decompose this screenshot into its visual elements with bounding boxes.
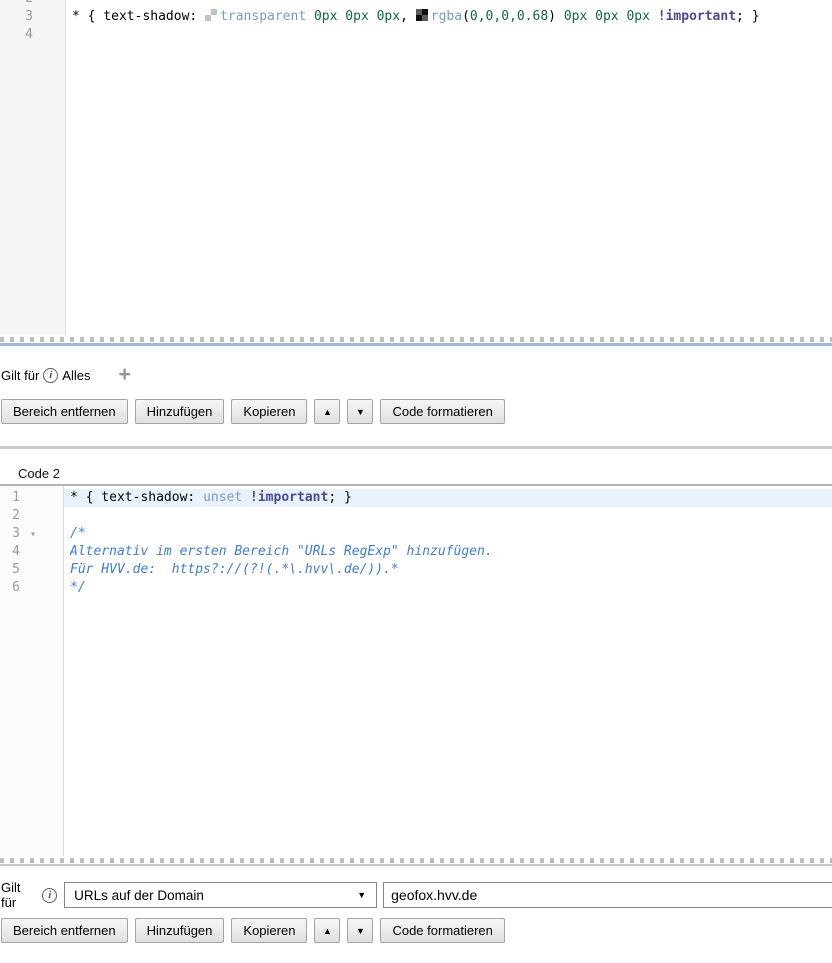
editor-resize-grip-icon[interactable] — [0, 337, 832, 342]
code-editor-1[interactable]: 234 * { text-shadow: transparent 0px 0px… — [0, 0, 832, 346]
code-editor-2[interactable]: 123▾456 * { text-shadow: unset !importan… — [0, 484, 832, 866]
code-line[interactable]: Für HVV.de: https?://(?!(.*\.hvv\.de/)).… — [63, 561, 832, 579]
code-lines[interactable]: * { text-shadow: transparent 0px 0px 0px… — [65, 0, 832, 44]
move-up-button[interactable]: ▲ — [314, 399, 340, 424]
code-line[interactable] — [63, 507, 832, 525]
line-number: 5 — [0, 561, 63, 579]
applies-to-type-value: URLs auf der Domain — [74, 888, 204, 903]
code-line[interactable]: * { text-shadow: transparent 0px 0px 0px… — [65, 8, 832, 26]
move-down-button[interactable]: ▼ — [347, 399, 373, 424]
code-line[interactable]: /* — [63, 525, 832, 543]
line-number: 4 — [0, 26, 65, 44]
code-line[interactable] — [65, 0, 832, 8]
format-code-button[interactable]: Code formatieren — [380, 918, 504, 943]
section-2-toolbar: Bereich entfernen Hinzufügen Kopieren ▲ … — [1, 918, 505, 943]
add-applies-icon[interactable]: + — [118, 366, 130, 384]
add-section-button[interactable]: Hinzufügen — [135, 918, 225, 943]
applies-to-label: Gilt für — [1, 368, 39, 383]
section-divider — [0, 446, 832, 449]
section-title: Code 2 — [18, 466, 60, 481]
copy-section-button[interactable]: Kopieren — [231, 918, 307, 943]
move-down-button[interactable]: ▼ — [347, 918, 373, 943]
color-swatch-icon — [416, 9, 428, 21]
line-number: 2 — [0, 0, 65, 8]
remove-section-button[interactable]: Bereich entfernen — [1, 399, 128, 424]
info-icon: i — [43, 368, 58, 383]
applies-to-row-1: Gilt für i Alles + — [1, 364, 131, 386]
chevron-down-icon: ▼ — [357, 890, 366, 900]
line-number-gutter — [0, 0, 66, 335]
code-line[interactable] — [65, 26, 832, 44]
add-section-button[interactable]: Hinzufügen — [135, 399, 225, 424]
line-number: 3 — [0, 8, 65, 26]
color-swatch-icon — [205, 9, 217, 21]
move-up-button[interactable]: ▲ — [314, 918, 340, 943]
code-line[interactable]: */ — [63, 579, 832, 597]
applies-to-value-input[interactable] — [383, 882, 832, 908]
line-number: 6 — [0, 579, 63, 597]
line-numbers: 234 — [0, 0, 65, 44]
code-line[interactable]: Alternativ im ersten Bereich "URLs RegEx… — [63, 543, 832, 561]
applies-to-label: Gilt für — [1, 880, 38, 910]
line-number: 3▾ — [0, 525, 63, 543]
applies-to-type-select[interactable]: URLs auf der Domain ▼ — [64, 882, 377, 908]
applies-to-value: Alles — [62, 368, 90, 383]
fold-arrow-icon[interactable]: ▾ — [30, 526, 36, 544]
line-number: 1 — [0, 489, 63, 507]
copy-section-button[interactable]: Kopieren — [231, 399, 307, 424]
line-number: 4 — [0, 543, 63, 561]
remove-section-button[interactable]: Bereich entfernen — [1, 918, 128, 943]
code-lines[interactable]: * { text-shadow: unset !important; } /*Al… — [63, 489, 832, 597]
format-code-button[interactable]: Code formatieren — [380, 399, 504, 424]
line-number: 2 — [0, 507, 63, 525]
info-icon: i — [42, 888, 57, 903]
applies-to-row-2: Gilt für i URLs auf der Domain ▼ — [1, 882, 832, 908]
editor-resize-grip-icon[interactable] — [0, 858, 832, 863]
code-line[interactable]: * { text-shadow: unset !important; } — [63, 489, 832, 507]
line-numbers: 123▾456 — [0, 489, 63, 597]
section-1-toolbar: Bereich entfernen Hinzufügen Kopieren ▲ … — [1, 399, 505, 424]
